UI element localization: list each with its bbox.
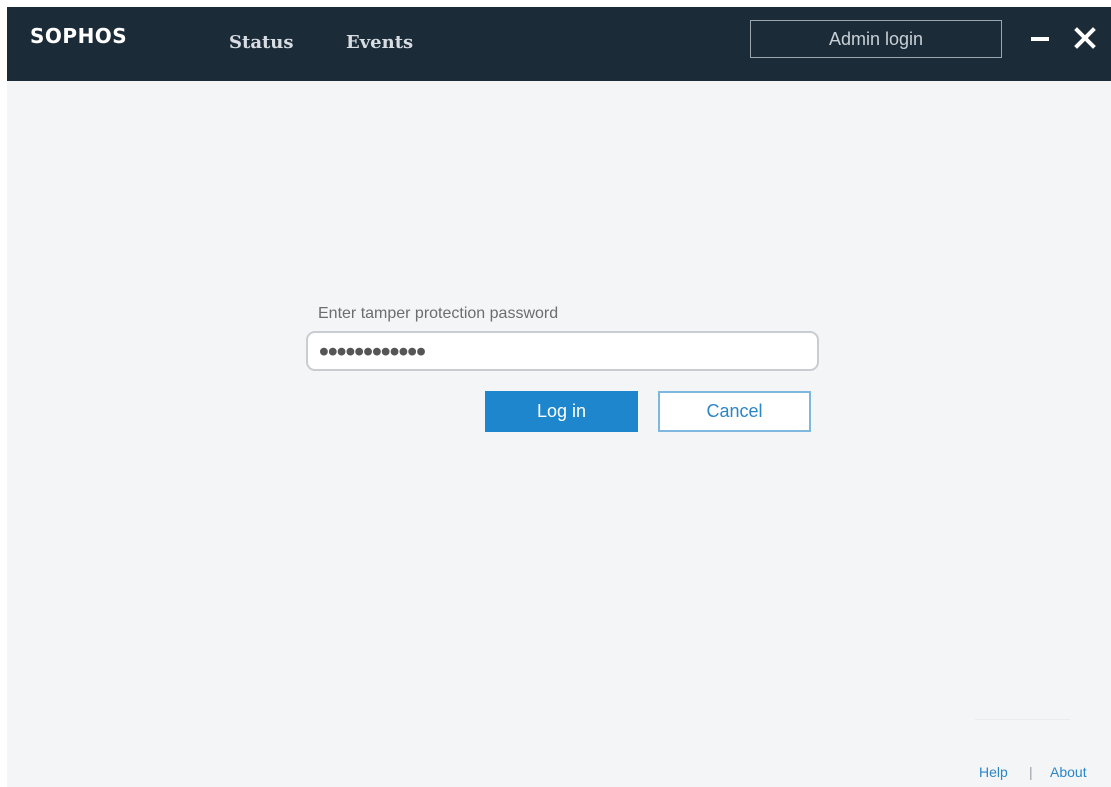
title-bar: SOPHOS Status Events Admin login [7, 7, 1111, 81]
tab-status[interactable]: Status [229, 32, 294, 53]
log-in-button[interactable]: Log in [485, 391, 638, 432]
app-window: SOPHOS Status Events Admin login Enter t… [7, 7, 1111, 787]
about-link[interactable]: About [1050, 764, 1087, 780]
sophos-logo: SOPHOS [30, 24, 128, 48]
admin-login-button[interactable]: Admin login [750, 20, 1002, 58]
password-input[interactable] [306, 331, 819, 371]
minimize-icon [1031, 37, 1049, 41]
footer-separator: | [1029, 764, 1033, 780]
cancel-button[interactable]: Cancel [658, 391, 811, 432]
tab-events[interactable]: Events [346, 32, 413, 53]
minimize-button[interactable] [1028, 26, 1054, 52]
help-link[interactable]: Help [979, 764, 1008, 780]
close-button[interactable] [1073, 26, 1099, 52]
password-field-label: Enter tamper protection password [318, 305, 559, 322]
close-icon [1074, 27, 1096, 49]
divider [975, 719, 1070, 720]
